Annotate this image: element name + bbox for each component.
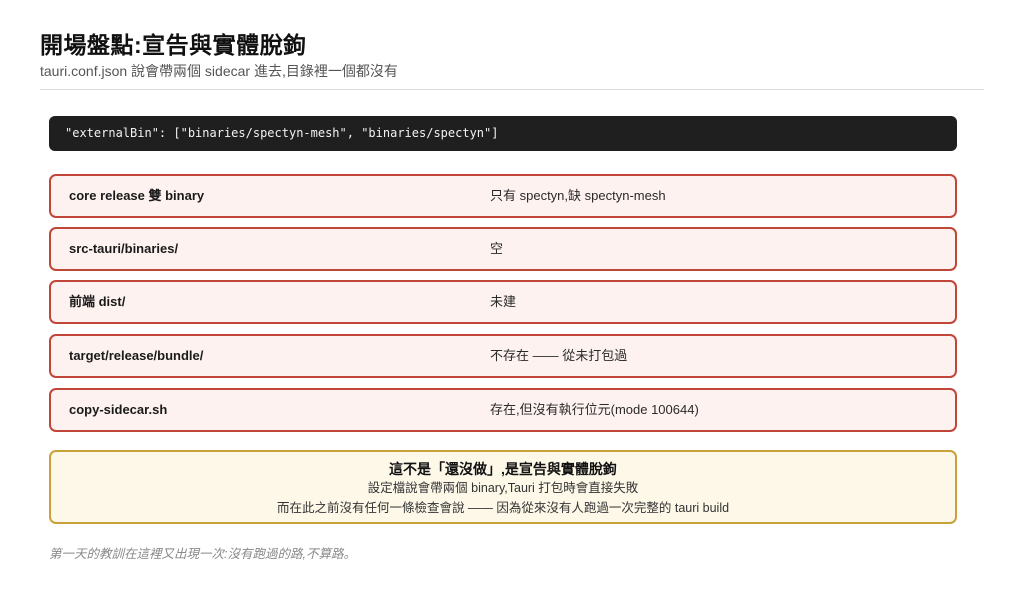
callout-heading: 這不是「還沒做」,是宣告與實體脫鉤 (389, 461, 617, 477)
callout-line: 設定檔說會帶兩個 binary,Tauri 打包時會直接失敗 (367, 481, 639, 495)
row-value: 未建 (490, 294, 517, 309)
row-label: 前端 dist/ (69, 294, 126, 309)
status-row: target/release/bundle/ 不存在 —— 從未打包過 (49, 334, 957, 378)
row-value: 存在,但沒有執行位元(mode 100644) (490, 402, 699, 417)
slide: 開場盤點:宣告與實體脫鉤 tauri.conf.json 說會帶兩個 sidec… (0, 0, 1024, 590)
callout-line: 而在此之前沒有任何一條檢查會說 —— 因為從來沒有人跑過一次完整的 tauri … (276, 501, 730, 515)
code-block: "externalBin": ["binaries/spectyn-mesh",… (49, 116, 957, 151)
status-row: src-tauri/binaries/ 空 (49, 227, 957, 271)
row-value: 不存在 —— 從未打包過 (490, 348, 628, 363)
row-label: copy-sidecar.sh (69, 402, 168, 417)
status-row: core release 雙 binary 只有 spectyn,缺 spect… (49, 174, 957, 218)
status-row: copy-sidecar.sh 存在,但沒有執行位元(mode 100644) (49, 388, 957, 432)
status-row: 前端 dist/ 未建 (49, 280, 957, 324)
row-label: target/release/bundle/ (69, 348, 204, 363)
row-label: src-tauri/binaries/ (69, 241, 179, 256)
footer-note: 第一天的教訓在這裡又出現一次:沒有跑過的路,不算路。 (49, 547, 356, 561)
divider (40, 89, 984, 90)
callout-note: 這不是「還沒做」,是宣告與實體脫鉤 設定檔說會帶兩個 binary,Tauri … (49, 450, 957, 524)
page-title: 開場盤點:宣告與實體脫鉤 (40, 32, 307, 58)
row-value: 空 (490, 241, 504, 256)
row-label: core release 雙 binary (69, 188, 205, 203)
page-subtitle: tauri.conf.json 說會帶兩個 sidecar 進去,目錄裡一個都沒… (40, 63, 398, 79)
row-value: 只有 spectyn,缺 spectyn-mesh (490, 188, 666, 203)
